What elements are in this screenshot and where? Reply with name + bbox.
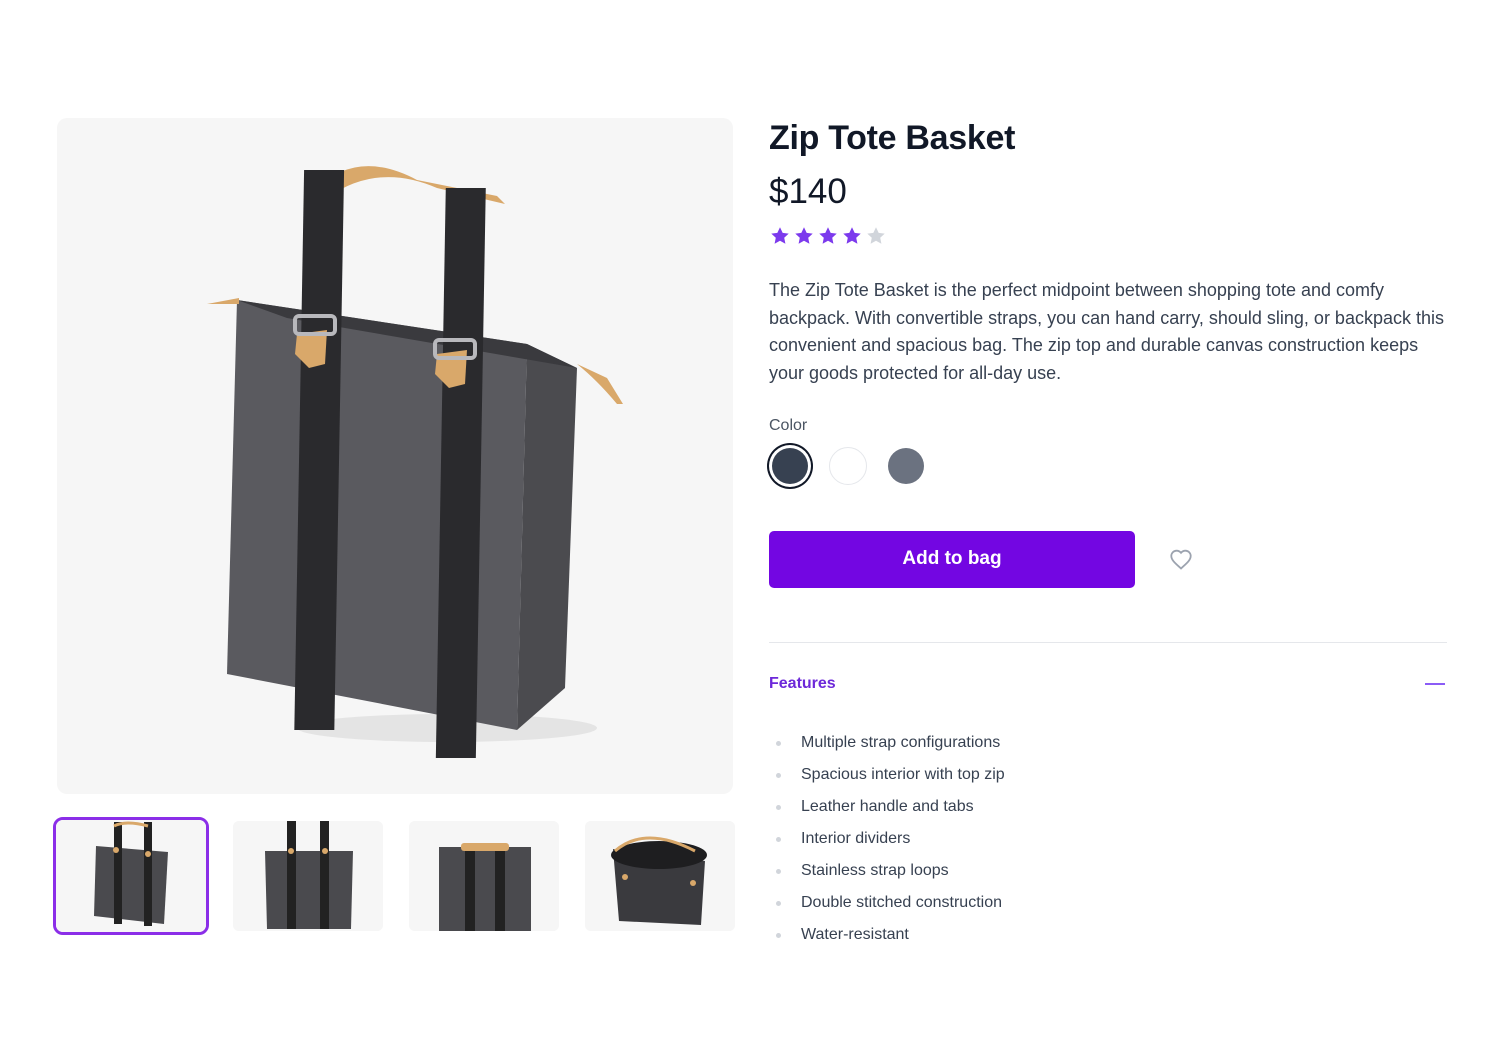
features-accordion-header[interactable]: Features bbox=[769, 673, 1447, 695]
feature-item: Water-resistant bbox=[769, 925, 1447, 957]
bullet-icon bbox=[776, 837, 781, 842]
rating-stars bbox=[769, 224, 1447, 248]
thumbnail-4[interactable] bbox=[585, 821, 735, 931]
feature-item: Multiple strap configurations bbox=[769, 733, 1447, 765]
feature-item: Stainless strap loops bbox=[769, 861, 1447, 893]
feature-text: Stainless strap loops bbox=[801, 862, 949, 879]
feature-text: Interior dividers bbox=[801, 830, 911, 847]
star-empty-icon bbox=[867, 227, 885, 244]
bullet-icon bbox=[776, 773, 781, 778]
product-title: Zip Tote Basket bbox=[769, 119, 1016, 157]
product-price: $140 bbox=[769, 172, 847, 211]
add-to-bag-button[interactable]: Add to bag bbox=[769, 530, 1135, 588]
section-divider bbox=[769, 642, 1447, 643]
features-title: Features bbox=[769, 675, 836, 692]
bullet-icon bbox=[776, 901, 781, 906]
color-swatch bbox=[772, 448, 808, 484]
color-swatch bbox=[829, 447, 867, 485]
star-filled-icon bbox=[819, 227, 837, 244]
star-filled-icon bbox=[771, 227, 789, 244]
feature-item: Interior dividers bbox=[769, 829, 1447, 861]
thumbnail-1[interactable] bbox=[53, 817, 209, 935]
favorite-button[interactable] bbox=[1168, 546, 1194, 572]
bullet-icon bbox=[776, 741, 781, 746]
minus-icon bbox=[1425, 683, 1445, 685]
bullet-icon bbox=[776, 805, 781, 810]
color-option-1[interactable] bbox=[769, 445, 811, 487]
feature-text: Leather handle and tabs bbox=[801, 798, 974, 815]
feature-item: Leather handle and tabs bbox=[769, 797, 1447, 829]
feature-text: Multiple strap configurations bbox=[801, 734, 1001, 751]
color-swatch bbox=[888, 448, 924, 484]
star-filled-icon bbox=[795, 227, 813, 244]
star-filled-icon bbox=[843, 227, 861, 244]
heart-icon bbox=[1170, 549, 1192, 570]
thumbnail-3[interactable] bbox=[409, 821, 559, 931]
color-option-2[interactable] bbox=[827, 445, 869, 487]
feature-item: Spacious interior with top zip bbox=[769, 765, 1447, 797]
product-description: The Zip Tote Basket is the perfect midpo… bbox=[769, 280, 1444, 383]
bullet-icon bbox=[776, 869, 781, 874]
features-list: Multiple strap configurations Spacious in… bbox=[769, 733, 1447, 957]
feature-text: Water-resistant bbox=[801, 926, 909, 943]
color-label: Color bbox=[769, 417, 808, 434]
product-info: Zip Tote Basket $140 The Zip Tote Basket… bbox=[769, 118, 1447, 957]
thumbnail-2[interactable] bbox=[233, 821, 383, 931]
purchase-actions: Add to bag bbox=[769, 530, 1447, 588]
bullet-icon bbox=[776, 933, 781, 938]
color-option-3[interactable] bbox=[885, 445, 927, 487]
feature-text: Double stitched construction bbox=[801, 894, 1002, 911]
feature-text: Spacious interior with top zip bbox=[801, 766, 1005, 783]
color-swatches bbox=[769, 444, 1447, 488]
feature-item: Double stitched construction bbox=[769, 893, 1447, 925]
main-product-image bbox=[57, 118, 733, 794]
